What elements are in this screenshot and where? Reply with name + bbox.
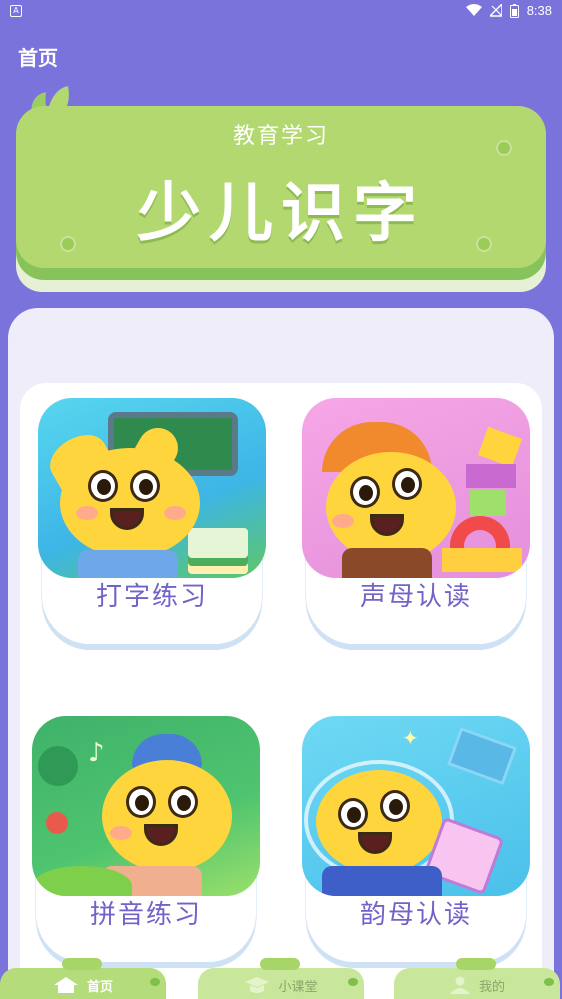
mascot-eye: [338, 798, 368, 830]
banner-subtitle: 教育学习: [232, 124, 329, 149]
music-note-icon: ♪: [88, 738, 105, 768]
mascot-eye: [126, 786, 156, 818]
page-title: 首页: [18, 46, 58, 70]
course-card-pinyin[interactable]: ♪ 拼音练习: [32, 704, 260, 974]
notification-icon: A: [10, 5, 22, 17]
course-label: 打字练习: [95, 582, 208, 612]
mascot-head: [60, 448, 200, 558]
bottom-nav: 首页 小课堂 我的: [0, 958, 562, 999]
mascot-eye: [380, 790, 410, 822]
course-label: 声母认读: [359, 582, 472, 612]
status-icons: 8:38: [465, 3, 552, 18]
user-icon: [449, 976, 470, 994]
space-illustration: ✦: [302, 716, 530, 896]
course-card-finals[interactable]: ✦ 韵母认读: [302, 704, 530, 974]
course-card-typing[interactable]: 打字练习: [38, 386, 266, 656]
mascot-body: [322, 866, 442, 896]
graduation-cap-icon: [245, 977, 270, 993]
mascot-head: [102, 760, 232, 872]
satellite-icon: [446, 726, 518, 786]
home-icon: [53, 977, 78, 993]
nav-label-mine: 我的: [478, 979, 505, 995]
bird-icon: [46, 812, 68, 834]
nav-tab-mine[interactable]: 我的: [394, 958, 560, 999]
wifi-icon: [465, 4, 482, 16]
star-icon: ✦: [402, 726, 419, 750]
forest-illustration: ♪: [32, 716, 260, 896]
signal-icon: [489, 4, 502, 17]
mascot-head: [316, 770, 442, 874]
course-label: 拼音练习: [89, 900, 202, 930]
banner-title: 少儿识字: [137, 177, 425, 251]
nav-tab-home[interactable]: 首页: [0, 958, 166, 999]
mascot-eye: [168, 786, 198, 818]
mascot-body: [342, 548, 432, 578]
nav-label-home: 首页: [86, 979, 113, 995]
status-bar: A 8:38: [0, 0, 562, 24]
mascot-body: [78, 550, 178, 578]
course-label: 韵母认读: [359, 900, 472, 930]
books-icon: [188, 528, 248, 558]
mascot-eye: [130, 470, 160, 502]
mascot-eye: [88, 470, 118, 502]
status-time: 8:38: [526, 3, 552, 18]
nav-tab-classroom[interactable]: 小课堂: [198, 958, 364, 999]
classroom-illustration: [38, 398, 266, 578]
mascot-head: [326, 452, 456, 562]
nav-label-classroom: 小课堂: [278, 979, 318, 995]
blocks-illustration: [302, 398, 530, 578]
mascot-eye: [350, 476, 380, 508]
mascot-eye: [392, 468, 422, 500]
course-card-initials[interactable]: 声母认读: [302, 386, 530, 656]
battery-icon: [509, 3, 519, 18]
block-icon: [477, 426, 523, 468]
